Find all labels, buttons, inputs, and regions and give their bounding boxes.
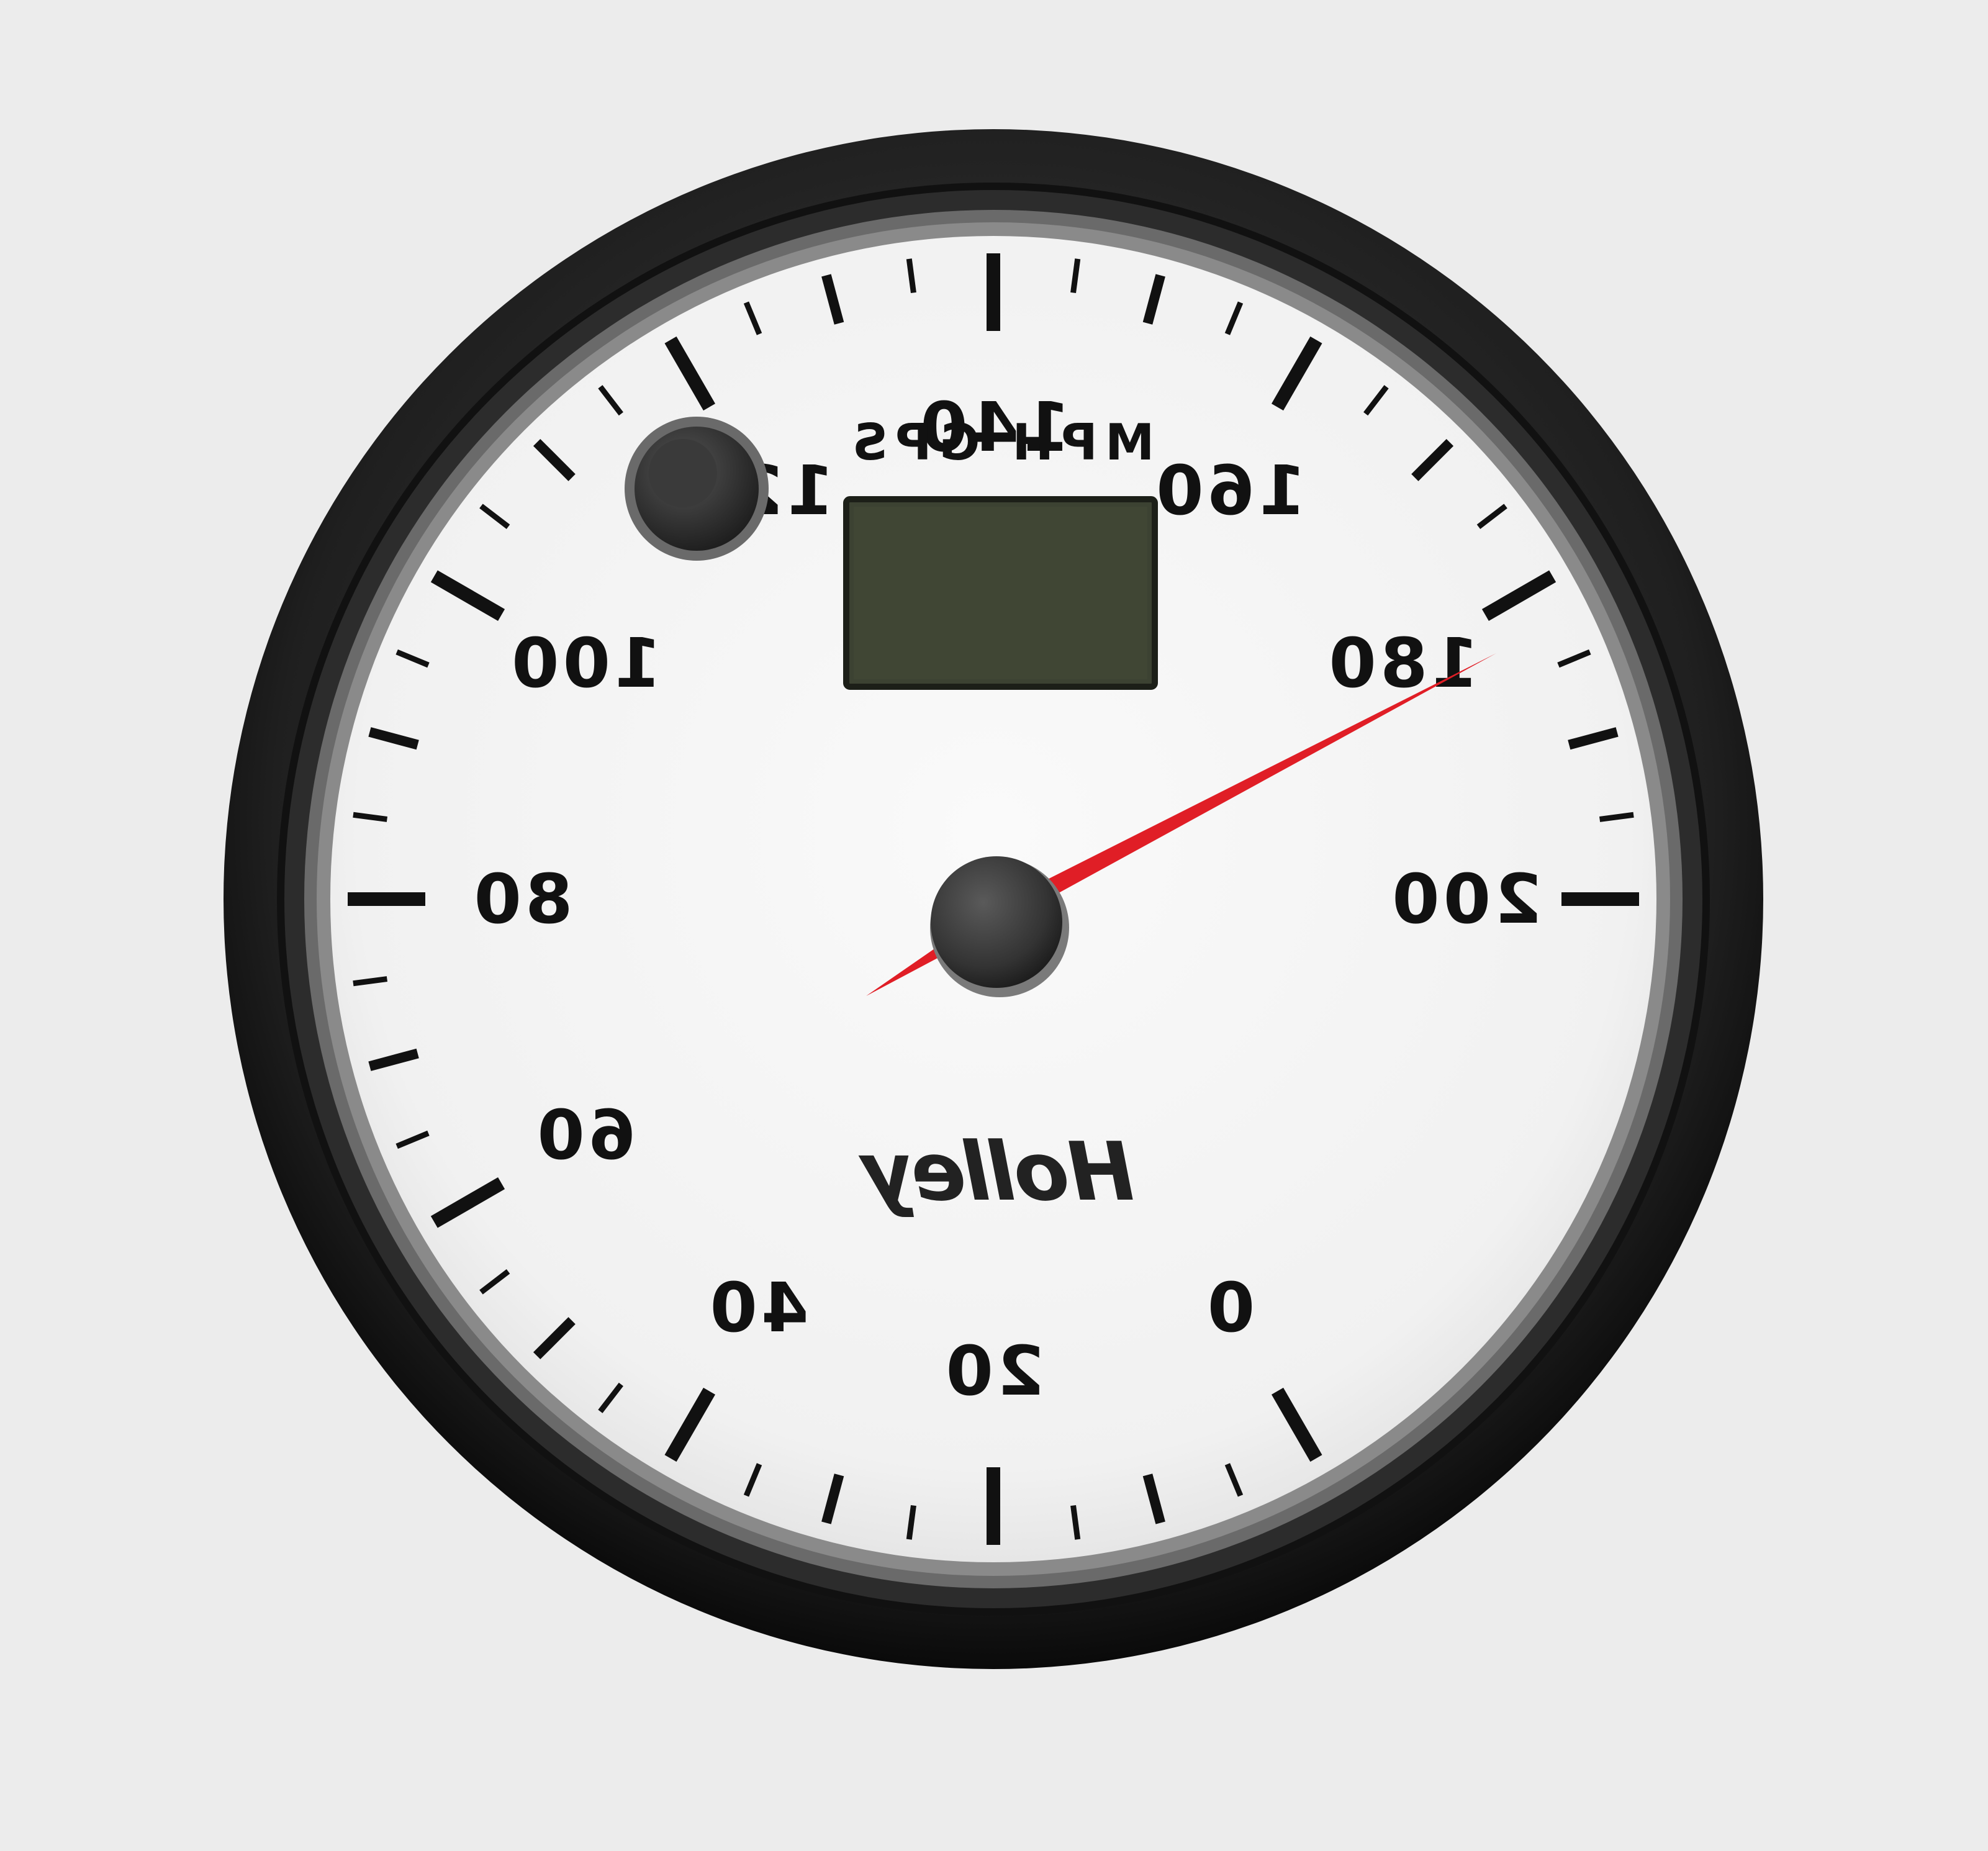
scale-label-80: 80 (470, 859, 572, 939)
scale-label-200: 200 (1388, 859, 1542, 939)
scale-label-0: 0 (1204, 1268, 1255, 1347)
units-label: MPH GPS (845, 414, 1155, 471)
scale-label-20: 20 (942, 1331, 1044, 1411)
needle-hub (931, 856, 1062, 988)
scale-label-60: 60 (533, 1095, 636, 1175)
scale-label-160: 160 (1152, 451, 1306, 530)
lcd-glass (854, 507, 1147, 679)
brand-logo: Holley (858, 1125, 1134, 1219)
scale-label-180: 180 (1325, 623, 1479, 703)
push-button-highlight (649, 439, 717, 507)
scale-label-40: 40 (706, 1268, 808, 1347)
gauge-photo: 020406080100120140160180200 MPH GPS Holl… (224, 129, 1763, 1669)
scale-label-100: 100 (508, 623, 662, 703)
